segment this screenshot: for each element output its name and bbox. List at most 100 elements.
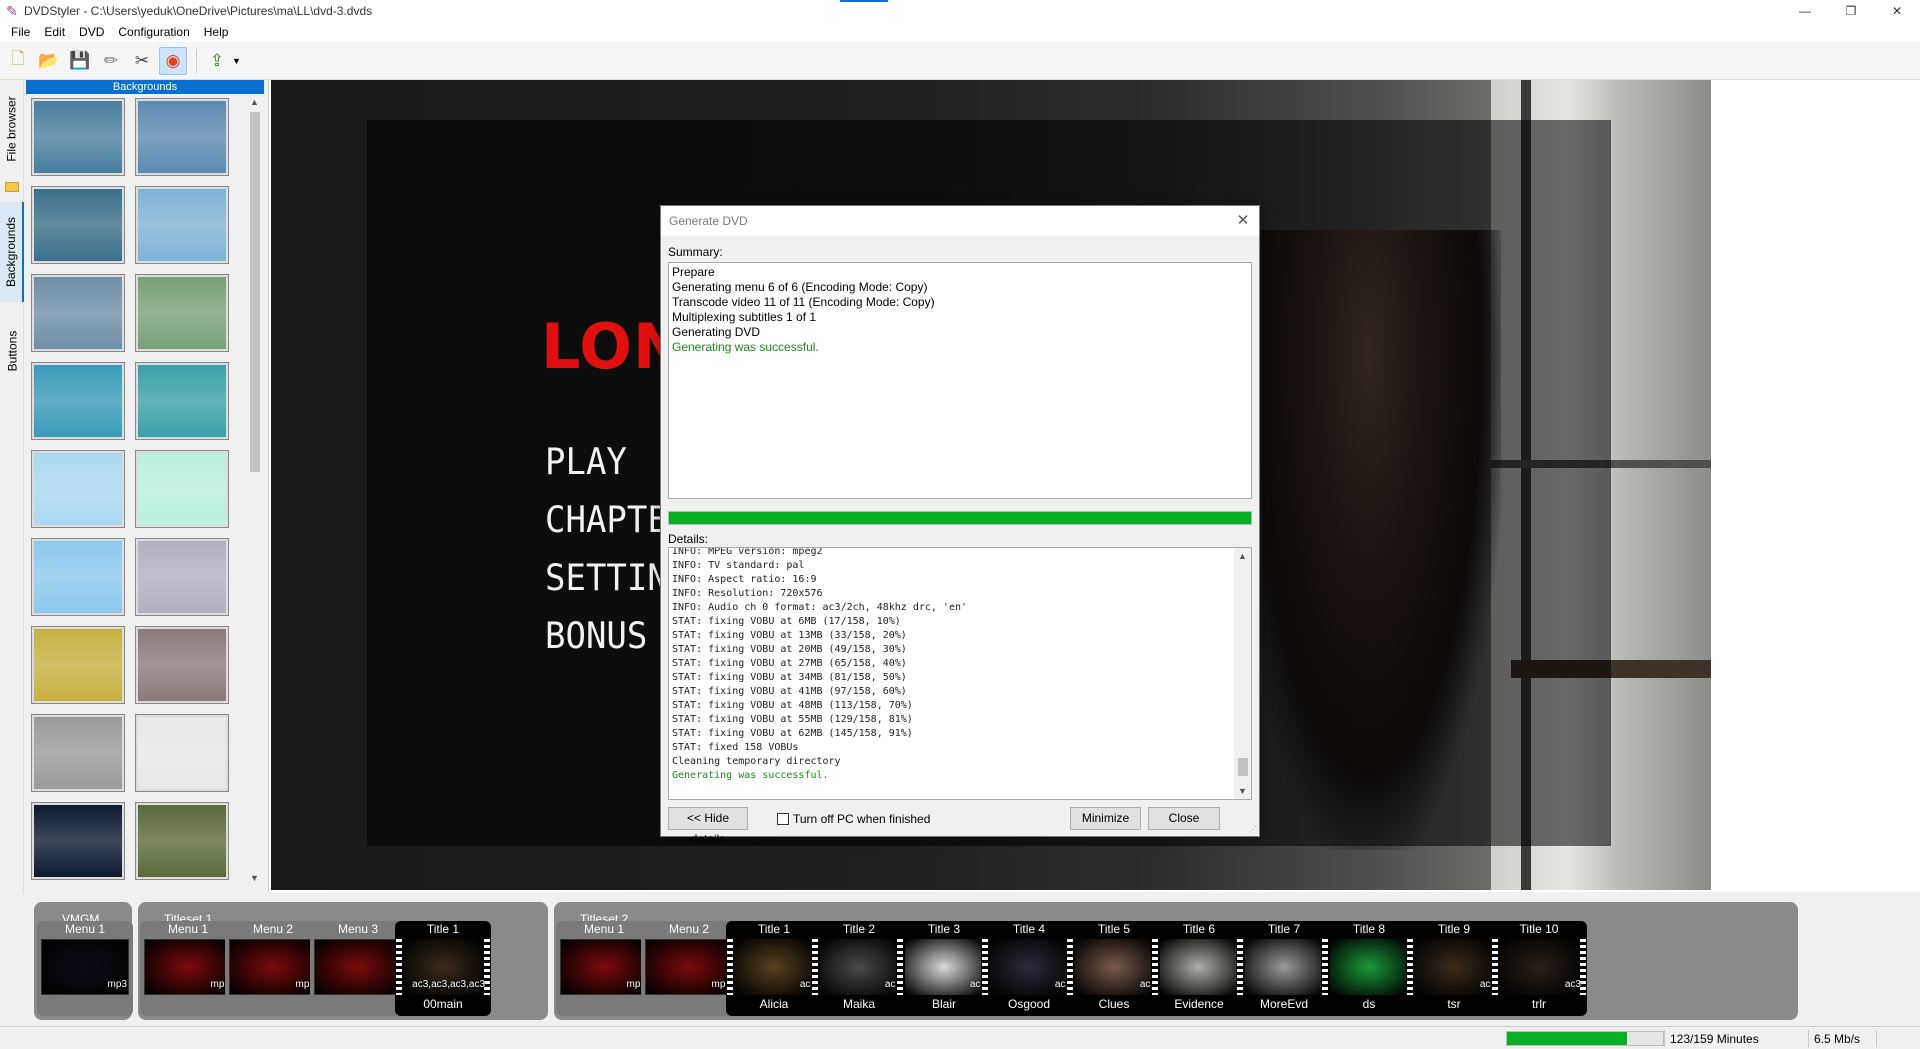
export-dropdown-arrow-icon[interactable]: ▼ [232, 56, 241, 66]
dvd-menu-item[interactable]: Menu 1 mp3 [556, 921, 652, 1016]
background-thumbnail[interactable] [135, 714, 229, 792]
minimize-window-button[interactable]: — [1782, 0, 1828, 22]
background-thumbnail[interactable] [31, 186, 125, 264]
title-name: Osgood [1007, 997, 1051, 1011]
tools-icon[interactable]: ✂ [128, 47, 156, 75]
scroll-up-icon[interactable]: ▲ [246, 94, 263, 110]
background-thumbnail[interactable] [31, 802, 125, 880]
menu-bar: File Edit DVD Configuration Help [0, 22, 1920, 42]
background-thumbnail[interactable] [31, 274, 125, 352]
details-scroll-up-icon[interactable]: ▲ [1234, 548, 1251, 564]
thumbnail-image [34, 189, 122, 261]
settings-pencil-icon[interactable]: ✏ [97, 47, 125, 75]
film-sprocket [1322, 939, 1328, 995]
tab-file-browser[interactable]: File browser [0, 84, 24, 174]
close-button[interactable]: Close [1148, 807, 1220, 830]
background-thumbnail[interactable] [31, 714, 125, 792]
background-thumbnail[interactable] [135, 98, 229, 176]
audio-format-badge: ac3,ac3,ac3,ac3 [412, 979, 485, 990]
canvas-margin [1711, 80, 1920, 890]
menu-button-play[interactable]: PLAY [545, 440, 627, 483]
dvd-title-item[interactable]: Title 3 ac3 Blair [896, 921, 992, 1016]
dvd-menu-item[interactable]: Menu 2 mp3 [225, 921, 321, 1016]
background-thumbnail[interactable] [135, 274, 229, 352]
dvd-menu-item[interactable]: Menu 3 [310, 921, 406, 1016]
dvd-title-item[interactable]: Title 8 ds [1321, 921, 1417, 1016]
dvd-menu-item[interactable]: Menu 2 mp3 [641, 921, 737, 1016]
thumbnail-image [138, 629, 226, 701]
burn-disc-icon[interactable]: ◉ [159, 46, 187, 75]
backgrounds-scrollbar[interactable]: ▲ ▼ [246, 94, 263, 886]
detail-line: INFO: MPEG version: mpeg2 [672, 547, 823, 557]
background-thumbnail[interactable] [31, 362, 125, 440]
background-thumbnail[interactable] [135, 626, 229, 704]
details-scroll-down-icon[interactable]: ▼ [1234, 783, 1251, 799]
film-sprocket [982, 939, 988, 995]
dvd-title-item[interactable]: Title 9 ac3 tsr [1406, 921, 1502, 1016]
details-log[interactable]: INFO: MPEG version: mpeg2 INFO: TV standa… [668, 547, 1252, 800]
dvd-title-item[interactable]: Title 7 MoreEvd [1236, 921, 1332, 1016]
turn-off-pc-checkbox[interactable]: Turn off PC when finished [777, 812, 930, 826]
close-window-button[interactable]: ✕ [1874, 0, 1920, 22]
hide-details-button[interactable]: << Hide details [668, 807, 748, 846]
scrollbar-thumb[interactable] [250, 112, 260, 472]
dvd-title-item[interactable]: Title 1 ac3 Alicia [726, 921, 822, 1016]
background-thumbnail[interactable] [31, 626, 125, 704]
background-thumbnail[interactable] [31, 98, 125, 176]
checkbox-box[interactable] [777, 813, 789, 825]
background-thumbnail[interactable] [31, 538, 125, 616]
dialog-close-icon[interactable]: ✕ [1233, 211, 1253, 231]
title-name: Clues [1098, 997, 1130, 1011]
menu-edit[interactable]: Edit [37, 22, 72, 42]
thumbnail-image [138, 365, 226, 437]
background-thumbnail[interactable] [135, 450, 229, 528]
title-name: Blair [931, 997, 956, 1011]
details-scrollbar[interactable]: ▲ ▼ [1234, 548, 1251, 799]
tab-buttons[interactable]: Buttons [0, 306, 24, 396]
new-file-icon[interactable]: 🗋 [4, 47, 32, 75]
background-thumbnail[interactable] [135, 802, 229, 880]
tab-backgrounds[interactable]: Backgrounds [0, 202, 24, 302]
dvd-title-item[interactable]: Title 5 ac3 Clues [1066, 921, 1162, 1016]
restore-window-button[interactable]: ❐ [1828, 0, 1874, 22]
minimize-button[interactable]: Minimize [1070, 807, 1141, 830]
details-label: Details: [668, 532, 709, 546]
menu-configuration[interactable]: Configuration [111, 22, 196, 42]
thumbnail-image [138, 805, 226, 877]
background-thumbnail[interactable] [135, 186, 229, 264]
thumbnail-image [34, 629, 122, 701]
scroll-down-icon[interactable]: ▼ [246, 870, 263, 886]
menu-button-chapters[interactable]: CHAPTE [545, 498, 668, 541]
dvd-menu-item[interactable]: Menu 1 mp3 [37, 921, 133, 1016]
background-thumbnail[interactable] [135, 362, 229, 440]
dvd-title-item[interactable]: Title 4 ac3 Osgood [981, 921, 1077, 1016]
thumbnail-image [138, 277, 226, 349]
detail-line: INFO: Audio ch 0 format: ac3/2ch, 48khz … [672, 602, 968, 613]
dvd-title-item[interactable]: Title 6 Evidence [1151, 921, 1247, 1016]
background-thumbnail[interactable] [31, 450, 125, 528]
menu-file[interactable]: File [4, 22, 37, 42]
menu-button-bonus[interactable]: BONUS [545, 614, 647, 657]
tab-backgrounds-label: Backgrounds [4, 216, 19, 288]
thumbnail-image [138, 453, 226, 525]
thumbnail-image [34, 101, 122, 173]
background-thumbnail[interactable] [135, 538, 229, 616]
save-icon[interactable]: 💾 [66, 47, 94, 75]
details-scroll-thumb[interactable] [1238, 758, 1248, 776]
detail-line: INFO: Aspect ratio: 16:9 [672, 574, 817, 585]
thumbnail-image [34, 453, 122, 525]
dvd-title-item[interactable]: Title 2 ac3 Maika [811, 921, 907, 1016]
dvd-menu-item[interactable]: Menu 1 mp3 [140, 921, 236, 1016]
dvd-title-item[interactable]: Title 1 ac3,ac3,ac3,ac3 00main [395, 921, 491, 1016]
thumbnail-image [138, 541, 226, 613]
status-bar: 123/159 Minutes 6.5 Mb/s [0, 1026, 1920, 1049]
export-icon[interactable]: ⇪ [203, 47, 231, 75]
menu-help[interactable]: Help [197, 22, 236, 42]
open-folder-icon[interactable]: 📂 [35, 47, 63, 75]
title-bar: ✎ DVDStyler - C:\Users\yeduk\OneDrive\Pi… [0, 0, 1920, 22]
dvd-title-item[interactable]: Title 10 ac3 trlr [1491, 921, 1587, 1016]
resize-grip-icon[interactable]: ⋰ [1249, 825, 1257, 834]
title-label: Title 5 [1097, 922, 1131, 936]
film-sprocket [396, 939, 402, 995]
menu-dvd[interactable]: DVD [72, 22, 111, 42]
